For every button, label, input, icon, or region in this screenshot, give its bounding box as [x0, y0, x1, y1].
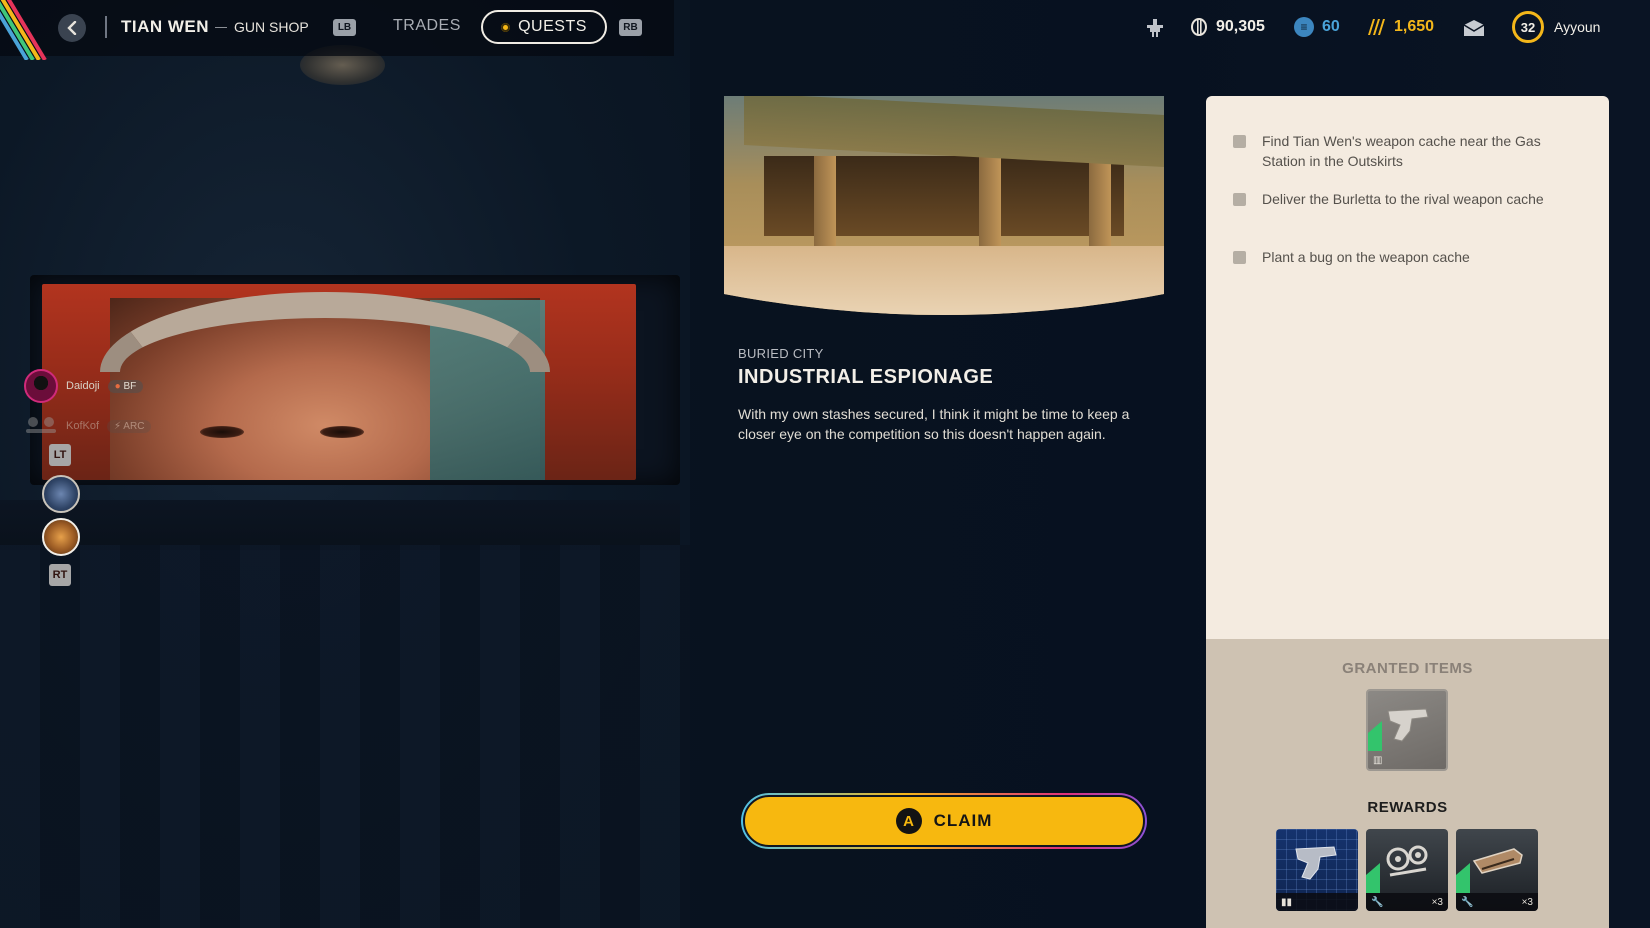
a-button-glyph: A — [895, 808, 922, 834]
items-section: GRANTED ITEMS ▥ REWARDS ▮▮ 🔧 ×3 🔧 ×3 — [1206, 639, 1609, 928]
claim-label: CLAIM — [933, 811, 993, 830]
title-dash — [215, 27, 227, 28]
ammo-icon: ▥ — [1373, 754, 1383, 766]
lightning-icon: ⚡ — [114, 420, 122, 432]
vendor-eye-left — [200, 426, 244, 438]
squad-member-tag: ⚡ ARC — [107, 419, 152, 433]
coins-value: 90,305 — [1216, 18, 1265, 35]
rb-button-glyph[interactable]: RB — [619, 19, 642, 36]
party-icon — [26, 417, 56, 433]
wrench-icon: 🔧 — [1371, 896, 1384, 908]
squad-member-tag: ● BF — [107, 379, 144, 393]
vendor-eye-right — [320, 426, 364, 438]
header-divider — [105, 16, 107, 38]
pistol-blueprint-icon — [1295, 846, 1337, 880]
vendor-name: TIAN WEN — [121, 17, 210, 36]
tokens-balance: ≡ 60 — [1294, 17, 1340, 37]
objectives-section: Find Tian Wen's weapon cache near the Ga… — [1206, 96, 1609, 639]
gun-parts-icon — [1472, 848, 1523, 874]
objective-text: Deliver the Burletta to the rival weapon… — [1262, 191, 1544, 207]
reward-item-slot[interactable]: ▮▮ — [1276, 829, 1358, 911]
back-button[interactable] — [58, 14, 86, 42]
objective-checkbox[interactable] — [1233, 251, 1246, 264]
metal-wall — [0, 545, 690, 928]
quest-title: INDUSTRIAL ESPIONAGE — [738, 366, 994, 388]
objective-checkbox[interactable] — [1233, 135, 1246, 148]
lb-button-glyph[interactable]: LB — [333, 19, 356, 36]
item-footer: 🔧 ×3 — [1366, 893, 1448, 911]
squad-member[interactable]: Daidoji ● BF — [24, 369, 144, 403]
avatar — [24, 369, 58, 403]
premium-value: 1,650 — [1394, 18, 1435, 35]
vendor-thumbnail[interactable] — [42, 475, 80, 513]
reward-item-slot[interactable]: 🔧 ×3 — [1456, 829, 1538, 911]
rarity-stripe — [1368, 721, 1382, 751]
quest-location-image — [724, 96, 1164, 316]
coin-icon — [1191, 18, 1207, 36]
rainbow-logo-icon — [0, 0, 47, 60]
vendor-portrait-scene — [0, 0, 690, 928]
player-level-badge: 32 — [1512, 11, 1544, 43]
granted-items-title: GRANTED ITEMS — [1342, 660, 1473, 677]
blueprint-icon: ▮▮ — [1281, 896, 1293, 908]
granted-item-slot[interactable]: ▥ — [1366, 689, 1448, 771]
objective-checkbox[interactable] — [1233, 193, 1246, 206]
squad-member[interactable]: KofKof ⚡ ARC — [24, 413, 152, 439]
claim-button-body[interactable]: A CLAIM — [743, 795, 1145, 847]
mechanical-parts-icon — [1386, 845, 1428, 877]
rewards-title: REWARDS — [1367, 799, 1448, 816]
back-icon — [67, 21, 77, 35]
squad-member-name: Daidoji — [66, 380, 100, 392]
objective-item: Deliver the Burletta to the rival weapon… — [1233, 190, 1563, 210]
reward-quantity: ×3 — [1431, 896, 1443, 908]
raider-icon[interactable] — [1144, 17, 1166, 39]
tab-quests-label: QUESTS — [518, 18, 587, 35]
objective-text: Find Tian Wen's weapon cache near the Ga… — [1262, 133, 1541, 169]
premium-balance: 1,650 — [1366, 17, 1434, 37]
vendor-thumbnail-selected[interactable] — [42, 518, 80, 556]
coins-balance: 90,305 — [1190, 17, 1265, 37]
objective-text: Plant a bug on the weapon cache — [1262, 249, 1470, 265]
fire-icon: ● — [114, 380, 121, 392]
wrench-icon: 🔧 — [1461, 896, 1474, 908]
squad-member-name: KofKof — [66, 420, 100, 432]
player-profile[interactable]: 32 Ayyoun — [1512, 11, 1600, 43]
rarity-stripe — [1456, 863, 1470, 893]
mail-icon[interactable] — [1463, 19, 1485, 37]
tab-trades[interactable]: TRADES — [393, 17, 461, 35]
reward-quantity: ×3 — [1521, 896, 1533, 908]
shop-name: GUN SHOP — [234, 19, 309, 35]
quest-location: BURIED CITY — [738, 346, 824, 361]
top-bar: TIAN WEN GUN SHOP LB TRADES QUESTS RB 90… — [0, 0, 1650, 60]
item-footer: ▥ — [1368, 751, 1446, 769]
window-sill — [0, 500, 680, 550]
claim-button[interactable]: A CLAIM — [741, 793, 1147, 849]
reward-item-slot[interactable]: 🔧 ×3 — [1366, 829, 1448, 911]
tokens-value: 60 — [1322, 18, 1340, 35]
objective-item: Find Tian Wen's weapon cache near the Ga… — [1233, 132, 1563, 171]
lt-button-glyph[interactable]: LT — [49, 444, 71, 466]
quest-panel: Find Tian Wen's weapon cache near the Ga… — [1206, 96, 1609, 928]
item-footer: 🔧 ×3 — [1456, 893, 1538, 911]
rarity-stripe — [1366, 863, 1380, 893]
objective-item: Plant a bug on the weapon cache — [1233, 248, 1563, 268]
item-footer: ▮▮ — [1276, 893, 1358, 911]
quest-alert-icon — [501, 22, 511, 32]
pistol-icon — [1387, 708, 1429, 742]
premium-icon — [1368, 19, 1385, 35]
player-name: Ayyoun — [1554, 19, 1601, 35]
rt-button-glyph[interactable]: RT — [49, 564, 71, 586]
token-icon: ≡ — [1294, 17, 1314, 37]
quest-description: With my own stashes secured, I think it … — [738, 406, 1130, 442]
tab-quests[interactable]: QUESTS — [481, 10, 607, 44]
